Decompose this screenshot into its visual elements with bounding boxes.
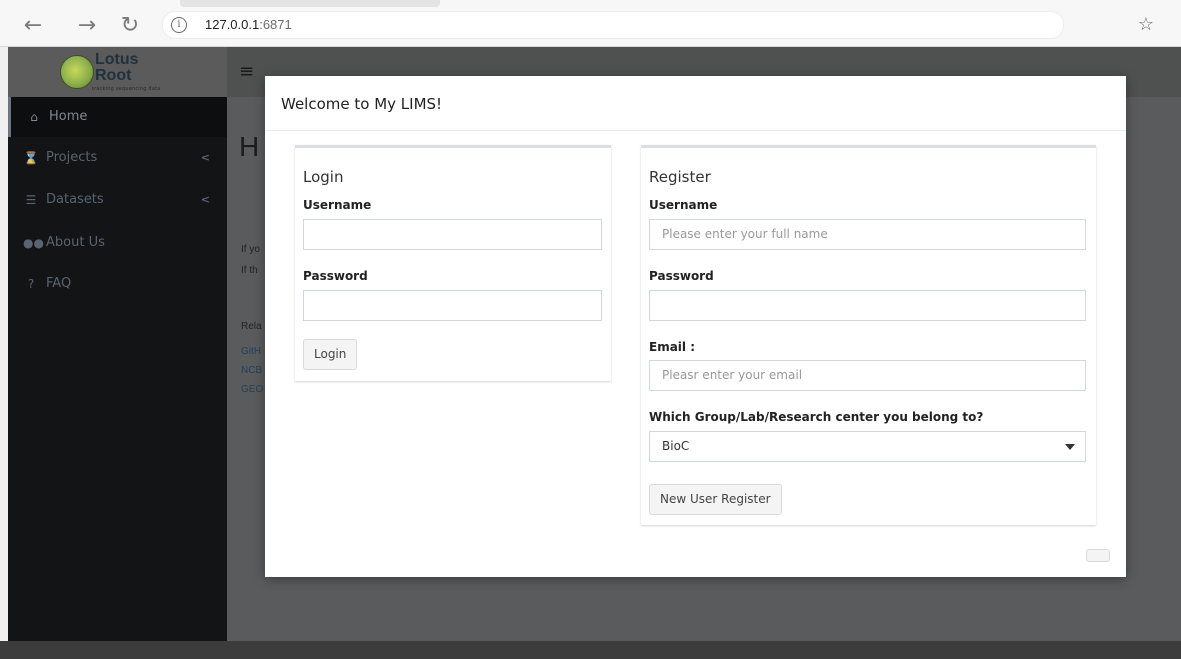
login-card: Login Username Password Login [295, 145, 611, 381]
new-user-register-button[interactable]: New User Register [649, 484, 782, 515]
logo[interactable]: Lotus Root tracking sequencing data [8, 47, 227, 97]
register-username-input[interactable]: Please enter your full name [649, 219, 1086, 250]
register-card: Register Username Please enter your full… [641, 145, 1096, 525]
hamburger-menu-icon[interactable]: ≡ [239, 61, 254, 82]
sidebar: Lotus Root tracking sequencing data ⌂ Ho… [8, 47, 230, 641]
welcome-modal: Welcome to My LIMS! Login Username Passw… [265, 76, 1126, 577]
register-email-input[interactable]: Pleasr enter your email [649, 360, 1086, 391]
link-geo[interactable]: GEO [241, 384, 263, 395]
chevron-left-icon: < [200, 193, 210, 206]
login-password-label: Password [303, 269, 368, 283]
sidebar-item-home[interactable]: ⌂ Home [8, 97, 230, 137]
sidebar-item-label: Datasets [46, 192, 104, 207]
register-email-label: Email : [649, 340, 696, 354]
intro-text-2: If th [241, 265, 258, 276]
sidebar-item-label: Projects [46, 150, 98, 165]
url-host: 127.0.0.1 [205, 17, 260, 32]
sidebar-item-label: Home [49, 109, 88, 124]
logo-text-line1: Lotus [95, 51, 139, 68]
register-username-label: Username [649, 198, 718, 212]
address-bar[interactable]: i 127.0.0.1:6871 [162, 11, 1064, 39]
register-group-select[interactable]: BioC [649, 431, 1086, 462]
home-icon: ⌂ [30, 110, 38, 124]
hourglass-icon: ⌛ [23, 151, 39, 165]
bookmark-star-icon[interactable]: ☆ [1132, 13, 1160, 37]
link-ncbi[interactable]: NCB [241, 365, 262, 376]
chevron-left-icon: < [200, 151, 210, 164]
link-github[interactable]: GitH [241, 346, 261, 357]
register-group-label: Which Group/Lab/Research center you belo… [649, 410, 984, 424]
sidebar-item-about-us[interactable]: ●● About Us [8, 223, 227, 263]
logo-tagline: tracking sequencing data [92, 86, 161, 92]
browser-tab[interactable] [180, 0, 440, 7]
question-circle-icon: ? [27, 277, 35, 291]
footer [0, 641, 1181, 659]
login-title: Login [303, 168, 344, 186]
back-arrow-icon[interactable]: ← [20, 13, 46, 39]
modal-header-divider [265, 130, 1126, 131]
modal-dismiss-button[interactable] [1086, 549, 1110, 562]
modal-title: Welcome to My LIMS! [281, 95, 443, 113]
register-group-selected: BioC [662, 439, 690, 453]
related-links-heading: Rela [241, 321, 262, 332]
page-heading: H [239, 131, 260, 162]
sidebar-item-projects[interactable]: ⌛ Projects < [8, 138, 227, 178]
login-password-input[interactable] [303, 290, 602, 321]
browser-toolbar: ← → ↻ i 127.0.0.1:6871 ☆ [0, 0, 1181, 47]
login-username-label: Username [303, 198, 372, 212]
intro-text-1: If yo [241, 244, 260, 255]
caret-down-icon [1065, 444, 1075, 450]
register-password-label: Password [649, 269, 714, 283]
logo-text-line2: Root [95, 67, 132, 84]
sidebar-item-label: About Us [46, 235, 105, 250]
reload-icon[interactable]: ↻ [117, 13, 143, 39]
url-port: :6871 [259, 17, 292, 32]
sidebar-item-faq[interactable]: ? FAQ [8, 264, 227, 304]
register-password-input[interactable] [649, 290, 1086, 321]
url-text: 127.0.0.1:6871 [205, 17, 292, 32]
database-icon: ☰ [25, 193, 37, 207]
lotus-root-logo-icon [60, 55, 94, 89]
sidebar-item-label: FAQ [46, 276, 72, 291]
login-username-input[interactable] [303, 219, 602, 250]
login-button[interactable]: Login [303, 339, 358, 370]
forward-arrow-icon[interactable]: → [74, 13, 100, 39]
site-info-icon[interactable]: i [171, 17, 187, 33]
register-title: Register [649, 168, 711, 186]
users-icon: ●● [23, 236, 44, 250]
sidebar-item-datasets[interactable]: ☰ Datasets < [8, 180, 227, 220]
